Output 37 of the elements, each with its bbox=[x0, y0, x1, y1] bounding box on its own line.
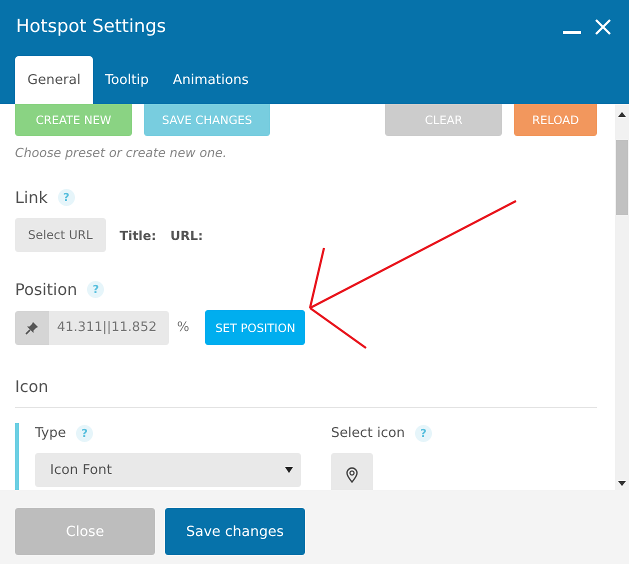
help-badge[interactable]: ? bbox=[58, 188, 75, 206]
field-label: Select icon bbox=[331, 425, 405, 441]
caret-icon bbox=[285, 467, 293, 473]
type-dropdown[interactable]: Icon Font bbox=[35, 453, 301, 487]
field-label: Title: bbox=[120, 228, 156, 242]
close-icon[interactable] bbox=[595, 18, 611, 34]
tab[interactable]: General bbox=[15, 56, 93, 104]
scroll-down-icon[interactable] bbox=[618, 481, 626, 486]
scrollbar[interactable] bbox=[615, 104, 629, 490]
minimize-icon[interactable] bbox=[563, 30, 581, 34]
section-heading: Icon bbox=[15, 376, 48, 396]
preset-button[interactable]: RELOAD bbox=[514, 104, 597, 136]
preset-button[interactable]: CREATE NEW bbox=[15, 104, 132, 136]
set-position-button[interactable]: SET POSITION bbox=[205, 310, 306, 345]
tab[interactable]: Animations bbox=[160, 56, 261, 104]
hint-text: Choose preset or create new one. bbox=[15, 145, 228, 160]
help-badge[interactable]: ? bbox=[76, 424, 94, 442]
help-badge[interactable]: ? bbox=[414, 424, 432, 442]
field-label: URL: bbox=[170, 228, 203, 242]
map-marker-icon bbox=[346, 467, 358, 483]
pin-icon bbox=[25, 320, 39, 334]
section-heading: Link bbox=[15, 188, 48, 206]
pin-button[interactable] bbox=[15, 310, 49, 344]
icon-picker-button[interactable] bbox=[331, 453, 373, 490]
unit-label: % bbox=[177, 320, 190, 335]
scroll-up-icon[interactable] bbox=[618, 112, 626, 117]
footer-button[interactable]: Close bbox=[15, 508, 155, 555]
scroll-thumb[interactable] bbox=[616, 140, 628, 215]
help-badge[interactable]: ? bbox=[87, 280, 104, 298]
preset-button[interactable]: SAVE CHANGES bbox=[144, 104, 270, 136]
footer-button[interactable]: Save changes bbox=[165, 508, 305, 555]
section-heading: Position bbox=[15, 280, 78, 298]
tab[interactable]: Tooltip bbox=[93, 56, 161, 104]
select-url-button[interactable]: Select URL bbox=[15, 218, 106, 252]
position-field[interactable]: 41.311||11.852 bbox=[49, 310, 169, 344]
window-title: Hotspot Settings bbox=[16, 16, 166, 37]
field-label: Type bbox=[35, 425, 66, 441]
